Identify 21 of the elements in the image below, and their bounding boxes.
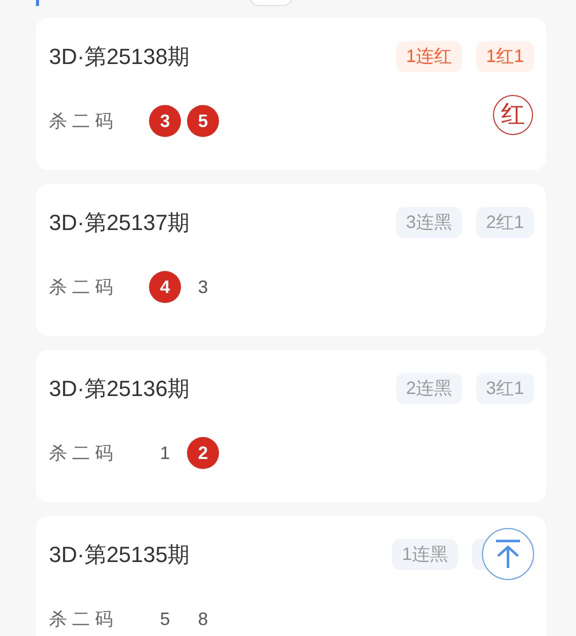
streak-tag: 2连黑 xyxy=(396,372,462,404)
number-text: 8 xyxy=(196,608,209,630)
streak-tag: 3连黑 xyxy=(396,206,462,238)
streak-tag: 3红1 xyxy=(476,372,534,404)
issue-title: 3D·第25136期 xyxy=(49,374,190,402)
kill-label: 杀 二 码 xyxy=(49,110,114,132)
arrow-up-icon xyxy=(494,539,522,569)
kill-label: 杀 二 码 xyxy=(49,608,114,630)
streak-tag: 2红1 xyxy=(476,206,534,238)
number-text: 1 xyxy=(158,442,171,464)
number-text: 3 xyxy=(196,276,209,298)
kill-label: 杀 二 码 xyxy=(49,442,114,464)
streak-tag: 1连红 xyxy=(396,40,462,72)
result-stamp: 红 xyxy=(493,95,533,135)
streak-tag: 1连黑 xyxy=(392,538,458,570)
kill-label: 杀 二 码 xyxy=(49,276,114,298)
streak-tag: 1红1 xyxy=(476,40,534,72)
number-text: 5 xyxy=(158,608,171,630)
issue-title: 3D·第25135期 xyxy=(49,540,190,568)
issue-title: 3D·第25137期 xyxy=(49,208,190,236)
issue-title: 3D·第25138期 xyxy=(49,42,190,70)
